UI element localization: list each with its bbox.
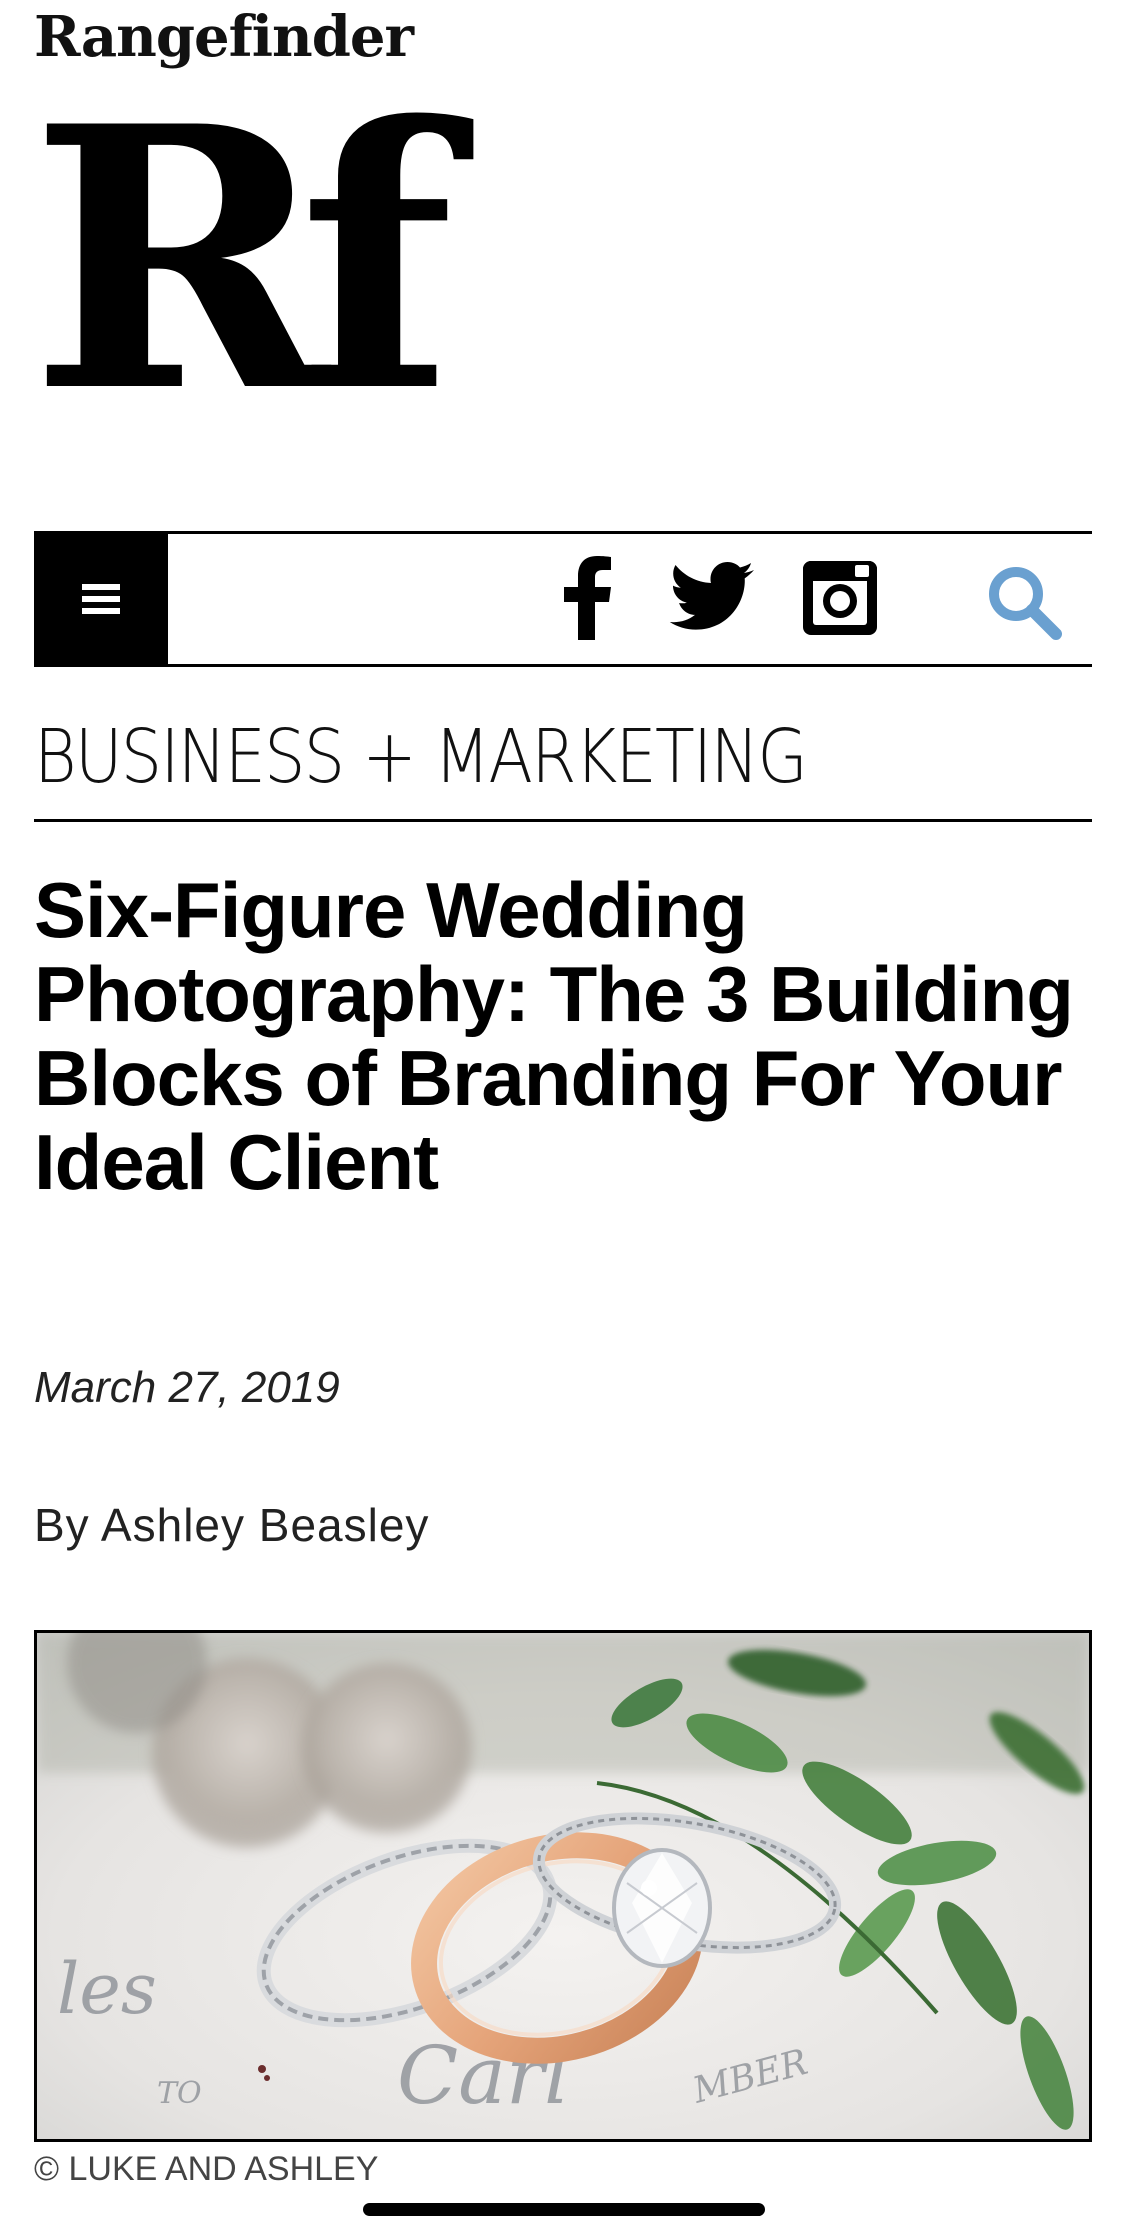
article-byline: By Ashley Beasley (34, 1499, 430, 1551)
search-icon[interactable] (984, 562, 1064, 642)
hamburger-menu-icon (82, 584, 120, 614)
site-wordmark[interactable]: Rangefinder (34, 4, 414, 70)
section-divider (34, 819, 1092, 822)
twitter-icon[interactable] (666, 556, 756, 640)
rf-logo-text: Rf (30, 66, 474, 471)
wedding-rings-photo: les TO Carl MBER (37, 1633, 1089, 2139)
stationery-script-2: TO (157, 2076, 202, 2111)
section-heading[interactable]: BUSINESS + MARKETING (34, 712, 808, 802)
rf-logo[interactable]: Rf (30, 66, 540, 506)
article-title: Six-Figure Wedding Photography: The 3 Bu… (34, 866, 1074, 1206)
article-date: March 27, 2019 (34, 1363, 340, 1412)
hero-image[interactable]: les TO Carl MBER (34, 1630, 1092, 2142)
menu-button[interactable] (34, 534, 168, 664)
stationery-script-1: les (57, 1948, 157, 2030)
nav-bar (34, 531, 1092, 667)
instagram-icon[interactable] (799, 556, 881, 640)
photo-credit: © LUKE AND ASHLEY (34, 2150, 379, 2188)
home-indicator[interactable] (363, 2203, 765, 2216)
facebook-icon[interactable] (559, 556, 615, 640)
